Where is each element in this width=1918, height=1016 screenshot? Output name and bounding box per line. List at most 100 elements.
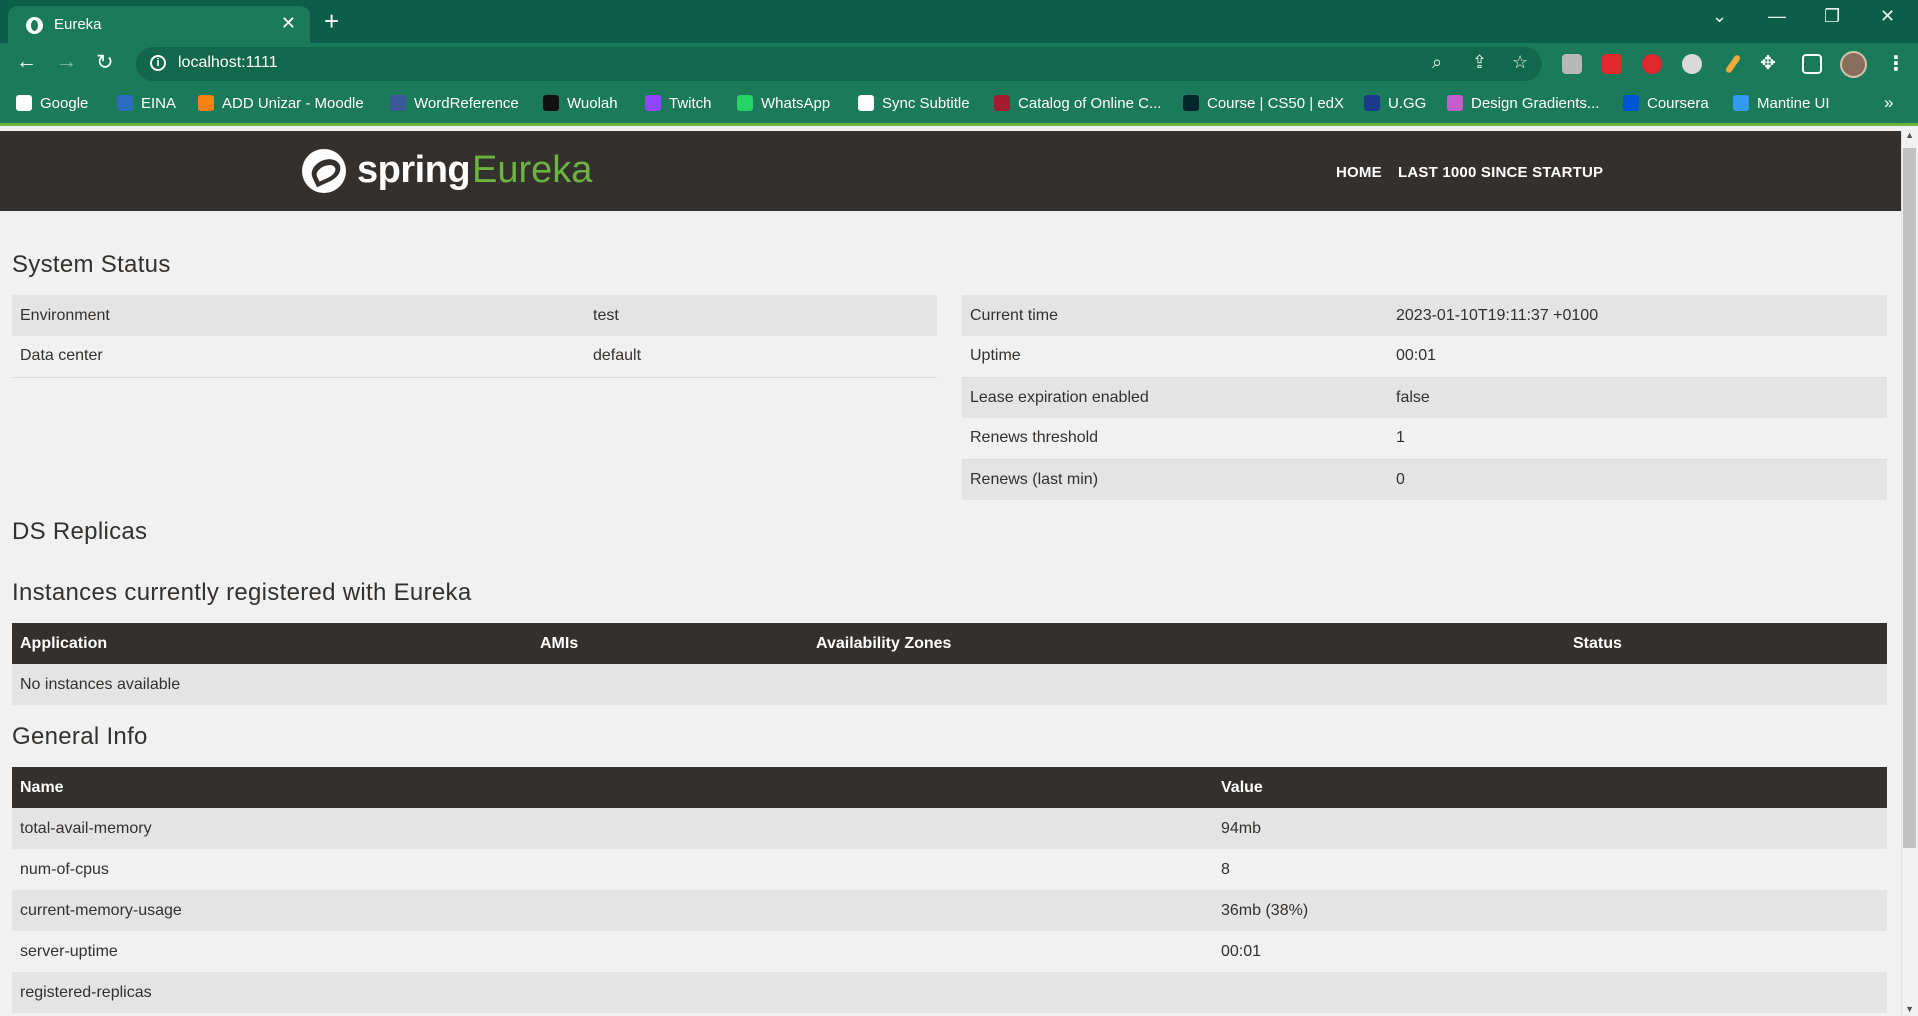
bookmark-5[interactable]: Twitch — [645, 95, 712, 112]
page-viewport: spring Eureka HOME LAST 1000 SINCE START… — [0, 126, 1918, 1016]
scrollbar-thumb[interactable] — [1903, 148, 1916, 848]
logo-eureka-text: Eureka — [472, 149, 593, 191]
info-value: 36mb (38%) — [1213, 890, 1887, 931]
status-value: test — [585, 295, 937, 336]
browser-toolbar: ← → ↻ i localhost:1111 ⌕ ⇪ ☆ ✥ ⋮ — [0, 43, 1918, 85]
ugg-icon — [1364, 95, 1380, 111]
nav-last-1000-link[interactable]: LAST 1000 SINCE STARTUP — [1398, 164, 1603, 181]
bookmark-label: Sync Subtitle — [882, 95, 970, 112]
table-row: Renews threshold 1 — [962, 418, 1887, 460]
forward-icon[interactable]: → — [56, 50, 77, 74]
status-key: Environment — [12, 295, 585, 336]
extension-2-icon[interactable] — [1602, 54, 1622, 74]
bookmark-9[interactable]: Course | CS50 | edX — [1183, 95, 1344, 112]
bookmark-star-icon[interactable]: ☆ — [1512, 52, 1528, 73]
bookmark-label: EINA — [141, 95, 177, 112]
column-header-name: Name — [12, 767, 1213, 808]
table-row: total-avail-memory 94mb — [12, 808, 1887, 849]
extensions-puzzle-icon[interactable]: ✥ — [1760, 52, 1776, 75]
scroll-up-icon[interactable]: ▲ — [1905, 130, 1914, 140]
new-tab-button[interactable]: + — [324, 6, 339, 37]
scroll-down-icon[interactable]: ▼ — [1905, 1004, 1914, 1014]
url-text[interactable]: localhost:1111 — [178, 54, 278, 72]
address-bar[interactable]: i localhost:1111 ⌕ ⇪ ☆ — [136, 47, 1542, 81]
reload-icon[interactable]: ↻ — [96, 50, 114, 75]
system-status-left-table: Environment test Data center default — [12, 295, 937, 378]
zoom-icon[interactable]: ⌕ — [1432, 52, 1442, 73]
instances-heading: Instances currently registered with Eure… — [12, 579, 472, 606]
table-row: num-of-cpus 8 — [12, 849, 1887, 890]
browser-tab-strip: Eureka ✕ + ⌄ — ❐ ✕ — [0, 0, 1918, 43]
restore-icon[interactable]: ❐ — [1824, 6, 1840, 27]
column-header-application: Application — [12, 623, 532, 664]
side-panel-icon[interactable] — [1802, 54, 1822, 74]
site-info-icon[interactable]: i — [150, 55, 166, 71]
info-name: registered-replicas — [12, 972, 1213, 1013]
no-instances-message: No instances available — [12, 664, 1887, 705]
close-icon[interactable]: ✕ — [281, 13, 296, 34]
window-close-icon[interactable]: ✕ — [1880, 6, 1895, 27]
share-icon[interactable]: ⇪ — [1472, 52, 1487, 73]
bookmark-12[interactable]: Coursera — [1623, 95, 1709, 112]
status-value: 1 — [1388, 418, 1887, 460]
browser-menu-icon[interactable]: ⋮ — [1886, 51, 1906, 76]
table-row: Data center default — [12, 336, 937, 378]
ds-replicas-heading: DS Replicas — [12, 518, 148, 545]
tab-search-icon[interactable]: ⌄ — [1712, 6, 1727, 27]
extension-4-icon[interactable] — [1682, 54, 1702, 74]
system-status-right-table: Current time 2023-01-10T19:11:37 +0100 Upt… — [962, 295, 1887, 500]
info-value: 8 — [1213, 849, 1887, 890]
info-value — [1213, 972, 1887, 1013]
adblock-icon[interactable] — [1642, 54, 1662, 74]
table-row: Environment test — [12, 295, 937, 336]
table-row: Lease expiration enabled false — [962, 377, 1887, 418]
bookmark-2[interactable]: ADD Unizar - Moodle — [198, 95, 364, 112]
wordreference-icon — [390, 95, 406, 111]
browser-tab[interactable]: Eureka ✕ — [8, 6, 310, 43]
info-value: 00:01 — [1213, 931, 1887, 972]
logo-spring-text: spring — [357, 149, 471, 191]
status-value: 00:01 — [1388, 336, 1887, 378]
bookmark-6[interactable]: WhatsApp — [737, 95, 830, 112]
bookmark-3[interactable]: WordReference — [390, 95, 519, 112]
twitch-icon — [645, 95, 661, 111]
eureka-navbar: spring Eureka HOME LAST 1000 SINCE START… — [0, 131, 1901, 211]
bookmark-4[interactable]: Wuolah — [543, 95, 618, 112]
extension-1-icon[interactable] — [1562, 54, 1582, 74]
pencil-extension-icon[interactable] — [1724, 54, 1742, 74]
table-row: Uptime 00:01 — [962, 336, 1887, 378]
gradients-icon — [1447, 95, 1463, 111]
bookmark-11[interactable]: Design Gradients... — [1447, 95, 1599, 112]
globe-icon — [858, 95, 874, 111]
info-value: 94mb — [1213, 808, 1887, 849]
bookmark-7[interactable]: Sync Subtitle — [858, 95, 970, 112]
whatsapp-icon — [737, 95, 753, 111]
column-header-availability-zones: Availability Zones — [808, 623, 1565, 664]
globe-icon — [26, 17, 43, 34]
eina-icon — [117, 95, 133, 111]
status-value: 0 — [1388, 459, 1887, 500]
bookmark-13[interactable]: Mantine UI — [1733, 95, 1830, 112]
bookmark-1[interactable]: EINA — [117, 95, 176, 112]
status-key: Uptime — [962, 336, 1388, 378]
bookmark-10[interactable]: U.GG — [1364, 95, 1426, 112]
status-key: Current time — [962, 295, 1388, 336]
back-icon[interactable]: ← — [16, 50, 37, 74]
info-name: num-of-cpus — [12, 849, 1213, 890]
nav-home-link[interactable]: HOME — [1336, 164, 1382, 181]
column-header-value: Value — [1213, 767, 1887, 808]
status-value: false — [1388, 377, 1887, 418]
bookmarks-overflow-icon[interactable]: » — [1884, 93, 1893, 113]
page-scrollbar[interactable]: ▲ ▼ — [1901, 126, 1918, 1016]
profile-avatar[interactable] — [1840, 51, 1867, 78]
general-info-table: Name Value total-avail-memory 94mb num-of-… — [12, 767, 1887, 1013]
coursera-icon — [1623, 95, 1639, 111]
bookmark-0[interactable]: Google — [16, 95, 88, 112]
minimize-icon[interactable]: — — [1768, 6, 1786, 27]
bookmark-8[interactable]: Catalog of Online C... — [994, 95, 1161, 112]
general-info-heading: General Info — [12, 723, 148, 750]
wuolah-icon — [543, 95, 559, 111]
bookmark-label: Design Gradients... — [1471, 95, 1600, 112]
bookmarks-bar: Google EINA ADD Unizar - Moodle WordReferen… — [0, 85, 1918, 126]
table-row: registered-replicas — [12, 972, 1887, 1013]
